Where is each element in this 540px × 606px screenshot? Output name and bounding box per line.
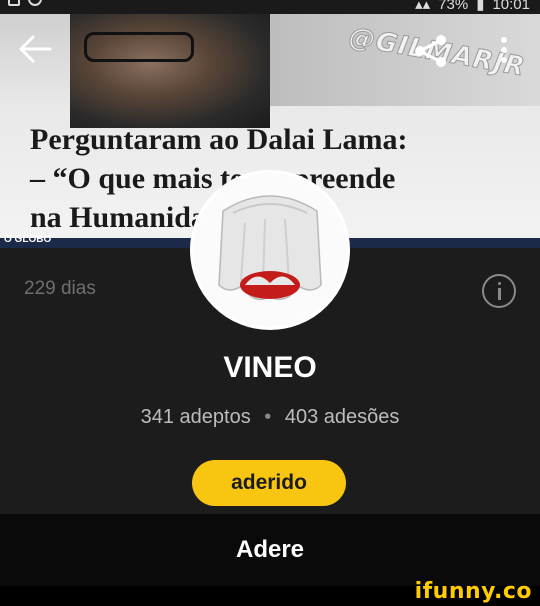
clock: 10:01 xyxy=(492,0,530,13)
signal-icon: ▴▴ xyxy=(415,0,431,13)
followers-count: 341 adeptos xyxy=(140,406,251,428)
join-button[interactable]: Adere xyxy=(0,514,540,586)
portrait-photo xyxy=(70,14,270,128)
glasses xyxy=(84,32,194,62)
tv-logo: O GLOBO xyxy=(4,234,52,245)
avatar xyxy=(190,170,350,330)
status-right: ▴▴ 73% ▮ 10:01 xyxy=(415,0,530,13)
gallery-icon xyxy=(8,0,20,6)
community-name: VINEO xyxy=(223,351,317,384)
battery-icon: ▮ xyxy=(476,0,485,13)
more-vertical-icon[interactable] xyxy=(494,36,514,64)
info-icon[interactable] xyxy=(482,274,516,308)
share-icon[interactable] xyxy=(414,34,448,68)
back-arrow-icon[interactable] xyxy=(18,34,52,64)
joined-button[interactable]: aderido xyxy=(192,460,346,506)
joins-count: 403 adesões xyxy=(284,406,400,428)
notification-icons xyxy=(8,0,42,6)
stats-separator: • xyxy=(264,406,272,428)
battery-level: 73% xyxy=(438,0,469,13)
quote-line: Perguntaram ao Dalai Lama: xyxy=(30,123,408,156)
circle-icon xyxy=(28,0,42,6)
age-label: 229 dias xyxy=(24,278,96,299)
ifunny-watermark: ifunny.co xyxy=(414,579,532,604)
avatar-image xyxy=(193,173,347,327)
community-stats: 341 adeptos • 403 adesões xyxy=(0,406,540,429)
join-button-label: Adere xyxy=(235,536,305,563)
status-bar: ▴▴ 73% ▮ 10:01 xyxy=(0,0,540,14)
